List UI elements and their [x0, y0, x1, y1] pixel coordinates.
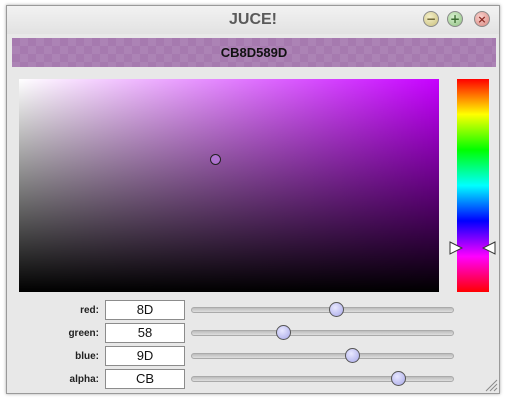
channel-slider-thumb[interactable]	[329, 302, 344, 317]
title-bar[interactable]: JUCE! − + ×	[7, 6, 499, 34]
resize-grip-icon[interactable]	[484, 378, 498, 392]
channel-slider-track[interactable]	[191, 376, 454, 382]
channel-value-field[interactable]: 58	[105, 323, 185, 343]
minimise-button[interactable]: −	[423, 11, 439, 27]
channel-row-green: green: 58	[7, 323, 501, 344]
channel-slider-track[interactable]	[191, 307, 454, 313]
channel-slider-track[interactable]	[191, 330, 454, 336]
channel-row-alpha: alpha: CB	[7, 369, 501, 390]
channel-slider-thumb[interactable]	[390, 371, 406, 386]
channel-slider-track[interactable]	[191, 353, 454, 359]
channel-label: alpha:	[69, 374, 99, 385]
saturation-value-area[interactable]	[19, 79, 439, 292]
color-preview-swatch: CB8D589D	[12, 38, 496, 67]
channel-value-field[interactable]: CB	[105, 369, 185, 389]
channel-row-red: red: 8D	[7, 300, 501, 321]
saturation-value-marker[interactable]	[210, 154, 221, 165]
maximise-button[interactable]: +	[447, 11, 463, 27]
channel-slider-thumb[interactable]	[345, 348, 361, 363]
color-hex-label: CB8D589D	[220, 45, 288, 60]
channel-row-blue: blue: 9D	[7, 346, 501, 367]
hue-strip[interactable]	[457, 79, 489, 292]
channel-value-field[interactable]: 9D	[105, 346, 185, 366]
channel-slider-thumb[interactable]	[275, 325, 291, 340]
color-selector-window: JUCE! − + × CB8D589D red: 8D green: 58 b…	[6, 5, 500, 394]
channel-label: green:	[68, 328, 99, 339]
channel-value-field[interactable]: 8D	[105, 300, 185, 320]
channel-label: blue:	[75, 351, 99, 362]
close-button[interactable]: ×	[474, 11, 490, 27]
channel-label: red:	[80, 305, 99, 316]
